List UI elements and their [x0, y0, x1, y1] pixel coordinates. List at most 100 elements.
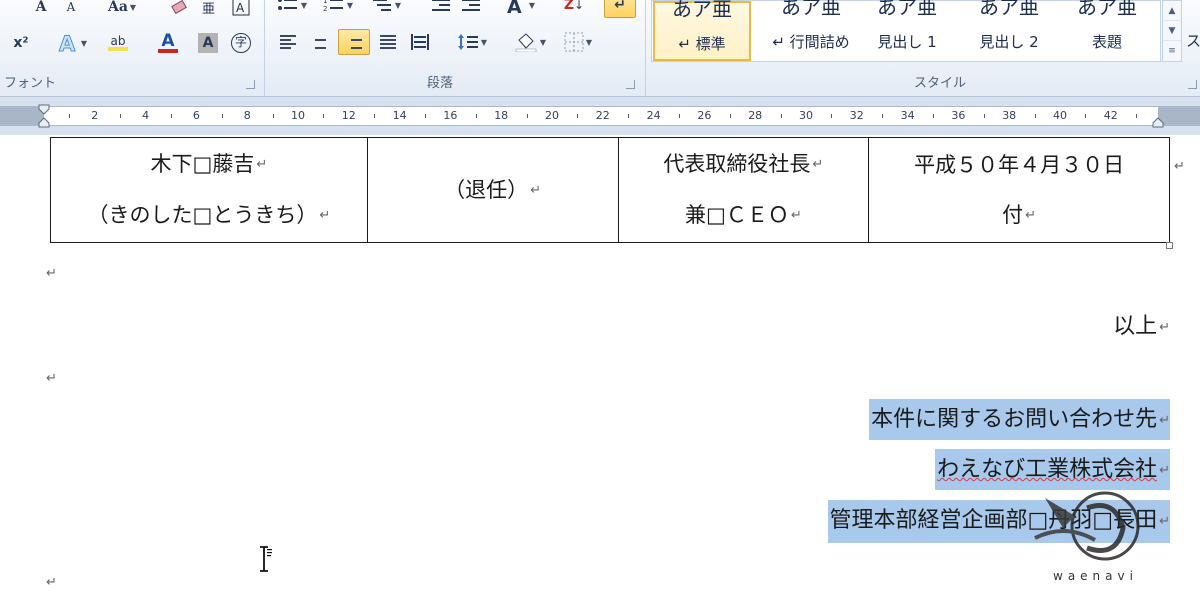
paragraph-dialog-launcher-icon[interactable] — [626, 80, 635, 89]
table-cell-status[interactable]: （退任） ↵ — [366, 137, 619, 243]
text-effects-button[interactable]: A ▼ — [52, 30, 92, 56]
decrease-indent-button[interactable] — [428, 0, 454, 18]
chevron-down-icon: ▼ — [300, 0, 308, 10]
style-heading-2[interactable]: あア亜 見出し 2 — [960, 0, 1058, 61]
first-line-indent-marker-icon[interactable] — [38, 104, 50, 128]
ruler-right-margin — [1158, 107, 1200, 125]
chevron-down-icon: ▼ — [480, 37, 488, 47]
chevron-down-icon[interactable]: ▼ — [1163, 21, 1181, 41]
increase-indent-button[interactable] — [458, 0, 484, 18]
align-left-button[interactable] — [274, 29, 302, 55]
svg-text:A: A — [59, 32, 76, 54]
asian-layout-icon: A — [507, 0, 522, 15]
enclose-char-button[interactable]: 字 — [228, 30, 254, 56]
change-styles-label[interactable]: ス — [1186, 30, 1200, 51]
justify-button[interactable] — [374, 29, 402, 55]
numbering-button[interactable]: 12 ▼ — [318, 0, 358, 18]
align-center-button[interactable] — [306, 29, 334, 55]
ruler-tick — [272, 114, 274, 118]
ruler-tick — [679, 114, 680, 118]
table-cell-position[interactable]: 代表取締役社長 ↵ 兼□ＣＥＯ ↵ — [617, 137, 870, 243]
ribbon: A A Aa ▼ 亜 A x² A ▼ ab A A 字 フォント ▼ 12 ▼ … — [0, 0, 1200, 97]
ruler-tick — [729, 114, 731, 118]
ruler-number: 6 — [192, 109, 200, 122]
distributed-icon — [411, 34, 429, 50]
table-cell-name[interactable]: 木下□藤吉 ↵ （きのした□とうきち） ↵ — [50, 137, 368, 243]
paragraph-mark-icon: ↵ — [812, 157, 824, 172]
ibeam-cursor-icon — [260, 546, 272, 572]
font-color-button[interactable]: A — [146, 30, 190, 56]
chevron-down-icon: ▼ — [585, 37, 593, 47]
ruler-tick — [882, 114, 884, 118]
svg-text:waenavi: waenavi — [1053, 569, 1138, 583]
paragraph-mark-icon: ↵ — [614, 0, 626, 13]
ruler-number: 22 — [595, 109, 610, 122]
ruler-tick — [831, 114, 833, 118]
align-right-button[interactable] — [338, 29, 370, 55]
highlight-text-button[interactable]: ab — [96, 30, 140, 56]
char-border-button[interactable]: A — [228, 0, 254, 20]
style-normal[interactable]: あア亜 ↵ 標準 — [653, 0, 751, 61]
group-separator — [645, 0, 646, 96]
group-separator — [264, 0, 265, 96]
cell-line: （退任） ↵ — [444, 177, 542, 202]
show-formatting-marks-button[interactable]: ↵ — [604, 0, 636, 18]
styles-dialog-launcher-icon[interactable] — [1188, 80, 1197, 89]
shading-button[interactable]: ▼ — [508, 29, 552, 55]
line-spacing-button[interactable]: ▼ — [452, 29, 492, 55]
phonetic-guide-button[interactable]: 亜 — [196, 0, 222, 20]
styles-gallery-scroll[interactable]: ▲ ▼ ≡ — [1162, 0, 1182, 62]
borders-button[interactable]: ▼ — [558, 29, 598, 55]
ruler-tick — [1034, 114, 1036, 118]
char-shading-button[interactable]: A — [196, 30, 220, 56]
style-title[interactable]: あア亜 表題 — [1058, 0, 1156, 61]
distributed-button[interactable] — [406, 29, 434, 55]
borders-icon — [564, 32, 584, 52]
personnel-table[interactable]: 木下□藤吉 ↵ （きのした□とうきち） ↵ （退任） ↵ 代表取締役社長 ↵ 兼□ＣＥＯ… — [50, 137, 1170, 243]
ruler-number: 8 — [243, 109, 251, 122]
table-cell-date[interactable]: 平成５０年４月３０日 付 ↵ — [868, 137, 1170, 243]
svg-text:亜: 亜 — [202, 2, 215, 15]
bullets-icon — [277, 0, 297, 10]
closing-line[interactable]: 以上 ↵ — [1113, 308, 1170, 340]
shrink-font-button[interactable]: A — [60, 0, 82, 20]
bullets-button[interactable]: ▼ — [272, 0, 312, 18]
paragraph-mark-icon: ↵ — [530, 182, 542, 198]
multilevel-list-button[interactable]: ▼ — [366, 0, 406, 18]
paint-bucket-icon — [515, 33, 537, 52]
contact-heading-line[interactable]: 本件に関するお問い合わせ先 ↵ — [869, 399, 1170, 440]
char-border-icon: A — [232, 0, 250, 16]
multilevel-list-icon — [372, 0, 391, 11]
phonetic-guide-icon: 亜 — [202, 2, 215, 15]
change-case-button[interactable]: Aa ▼ — [104, 0, 140, 20]
right-indent-marker-icon[interactable] — [1152, 104, 1164, 128]
ruler-number: 26 — [697, 109, 712, 122]
style-no-spacing[interactable]: あア亜 ↵ 行間詰め — [762, 0, 860, 61]
asian-layout-button[interactable]: A ▼ — [500, 0, 540, 18]
grow-font-button[interactable]: A — [30, 0, 52, 20]
more-styles-icon[interactable]: ≡ — [1163, 41, 1181, 61]
ruler-tick — [577, 114, 579, 118]
styles-group-label: スタイル — [913, 76, 966, 91]
paragraph-mark-icon: ↵ — [1159, 462, 1170, 478]
ruler-tick — [171, 114, 172, 118]
line-spacing-icon — [457, 34, 478, 50]
paragraph-mark-icon: ↵ — [46, 266, 57, 281]
style-heading-1[interactable]: あア亜 見出し 1 — [858, 0, 956, 61]
sort-button[interactable]: Z ↓ — [558, 0, 590, 18]
end-of-row-mark-icon: ↵ — [1174, 159, 1185, 174]
paragraph-mark-icon: ↵ — [46, 575, 57, 590]
paragraph-mark-icon: ↵ — [256, 157, 268, 172]
table-resize-handle[interactable] — [1166, 242, 1173, 249]
superscript-button[interactable]: x² — [6, 30, 36, 56]
ruler-tick — [374, 114, 376, 118]
horizontal-ruler[interactable]: 2 4 6 8 10 12 14 16 18 20 22 24 26 28 30 32 34 36 38 40 42 — [0, 106, 1200, 126]
clear-format-button[interactable] — [166, 0, 192, 20]
document-page[interactable]: 木下□藤吉 ↵ （きのした□とうきち） ↵ （退任） ↵ 代表取締役社長 ↵ 兼□ＣＥＯ… — [0, 135, 1200, 616]
font-dialog-launcher-icon[interactable] — [246, 80, 255, 89]
ruler-tick — [983, 114, 985, 118]
ruler-number: 30 — [799, 109, 813, 122]
table-row: 木下□藤吉 ↵ （きのした□とうきち） ↵ （退任） ↵ 代表取締役社長 ↵ 兼□ＣＥＯ… — [50, 137, 1170, 243]
chevron-up-icon[interactable]: ▲ — [1163, 1, 1181, 21]
increase-indent-icon — [462, 0, 480, 11]
